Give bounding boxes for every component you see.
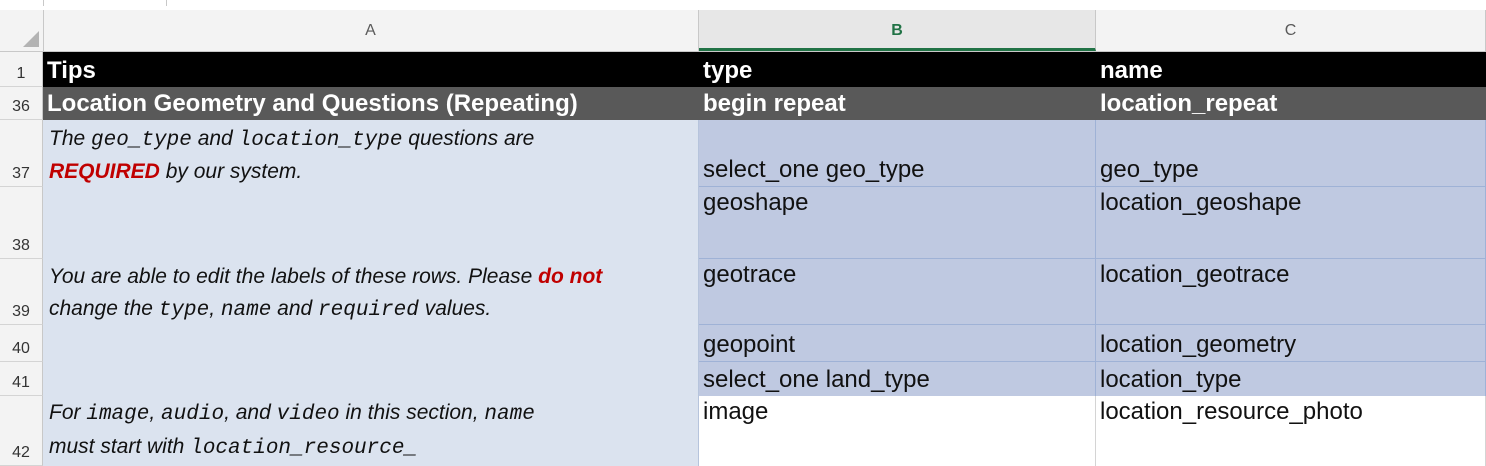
tip-text: , <box>209 297 216 320</box>
tip-code: location_resource_ <box>190 437 418 460</box>
tip-code: name <box>220 299 272 322</box>
tip-text: For <box>49 401 81 424</box>
cell-b40[interactable]: geopoint <box>699 325 1096 362</box>
tip-line-4: change the type, name and required value… <box>49 292 491 327</box>
select-all-icon <box>23 31 39 47</box>
row-header-1[interactable]: 1 <box>0 52 43 87</box>
tip-text: change the <box>49 297 153 320</box>
tip-text: by our system. <box>165 160 303 183</box>
tips-text-block[interactable]: The geo_type and location_type questions… <box>43 120 699 466</box>
tip-text: questions are <box>408 127 535 150</box>
row-header-36[interactable]: 36 <box>0 87 43 120</box>
tip-text: , <box>224 401 230 424</box>
tip-line-3: You are able to edit the labels of these… <box>49 260 602 293</box>
tip-line-6: must start with location_resource_ <box>49 430 417 465</box>
row-header-38[interactable]: 38 <box>0 187 43 259</box>
spreadsheet: A B C 1 36 37 38 39 40 41 42 Tips type n… <box>0 0 1486 466</box>
select-all-corner[interactable] <box>0 10 44 51</box>
tip-code: video <box>276 403 340 426</box>
tip-text: must start with <box>49 435 185 458</box>
cell-c39[interactable]: location_geotrace <box>1096 259 1486 325</box>
tip-line-2: REQUIRED by our system. <box>49 155 302 188</box>
row-header-37[interactable]: 37 <box>0 120 43 187</box>
cell-b41[interactable]: select_one land_type <box>699 362 1096 396</box>
tip-text: The <box>49 127 86 150</box>
tip-code: geo_type <box>91 129 192 152</box>
tip-text: and <box>197 127 233 150</box>
tip-line-1: The geo_type and location_type questions… <box>49 122 534 157</box>
do-not-emphasis: do not <box>538 265 603 288</box>
tip-code: audio <box>161 403 225 426</box>
tip-line-5: For image, audio, and video in this sect… <box>49 396 535 431</box>
tip-code: location_type <box>238 129 403 152</box>
cell-b37[interactable]: select_one geo_type <box>699 120 1096 187</box>
cell-c40[interactable]: location_geometry <box>1096 325 1486 362</box>
cell-c41[interactable]: location_type <box>1096 362 1486 396</box>
tip-code: required <box>318 299 419 322</box>
column-header-c[interactable]: C <box>1096 10 1486 51</box>
column-header-row: A B C <box>0 10 1486 52</box>
column-header-b[interactable]: B <box>699 10 1096 51</box>
cell-a36-section-title[interactable]: Location Geometry and Questions (Repeati… <box>43 87 699 120</box>
row-header-41[interactable]: 41 <box>0 362 43 396</box>
tip-code: image <box>86 403 150 426</box>
cell-a1-tips[interactable]: Tips <box>43 52 699 87</box>
cell-c38[interactable]: location_geoshape <box>1096 187 1486 259</box>
tip-text: and <box>235 401 271 424</box>
cell-c1-name[interactable]: name <box>1096 52 1486 87</box>
cell-b39[interactable]: geotrace <box>699 259 1096 325</box>
tip-text: in this section, <box>345 401 479 424</box>
tip-code: type <box>158 299 210 322</box>
cell-b42[interactable]: image <box>699 396 1096 466</box>
tip-text: , <box>149 401 156 424</box>
cell-b36-begin-repeat[interactable]: begin repeat <box>699 87 1096 120</box>
row-header-39[interactable]: 39 <box>0 259 43 325</box>
tip-code: name <box>484 403 535 426</box>
column-header-a[interactable]: A <box>43 10 699 51</box>
cell-c42[interactable]: location_resource_photo <box>1096 396 1486 466</box>
tip-text: and <box>277 297 313 320</box>
required-emphasis: REQUIRED <box>49 160 160 183</box>
row-header-40[interactable]: 40 <box>0 325 43 362</box>
tip-text: values. <box>424 297 492 320</box>
cell-b38[interactable]: geoshape <box>699 187 1096 259</box>
cell-b1-type[interactable]: type <box>699 52 1096 87</box>
row-header-42[interactable]: 42 <box>0 396 43 466</box>
cell-c36-location-repeat[interactable]: location_repeat <box>1096 87 1486 120</box>
tip-text: You are able to edit the labels of these… <box>49 265 533 288</box>
cell-c37[interactable]: geo_type <box>1096 120 1486 187</box>
